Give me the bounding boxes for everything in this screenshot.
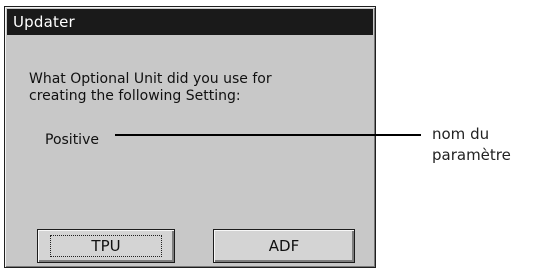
adf-button-label: ADF (268, 237, 300, 255)
callout-line (115, 134, 421, 136)
dialog-prompt-line-1: What Optional Unit did you use for (29, 71, 272, 87)
callout-label-line-2: paramètre (432, 146, 511, 164)
tpu-button-label: TPU (50, 235, 162, 257)
tpu-button[interactable]: TPU (37, 229, 175, 263)
setting-value: Positive (45, 132, 99, 148)
dialog-prompt-line-2: creating the following Setting: (29, 88, 241, 104)
updater-dialog: Updater What Optional Unit did you use f… (4, 6, 376, 268)
callout-label: nom du paramètre (432, 124, 511, 166)
dialog-prompt: What Optional Unit did you use for creat… (29, 71, 349, 105)
dialog-title: Updater (7, 9, 373, 35)
screenshot-stage: Updater What Optional Unit did you use f… (0, 0, 544, 272)
adf-button[interactable]: ADF (213, 229, 355, 263)
callout-label-line-1: nom du (432, 125, 490, 143)
